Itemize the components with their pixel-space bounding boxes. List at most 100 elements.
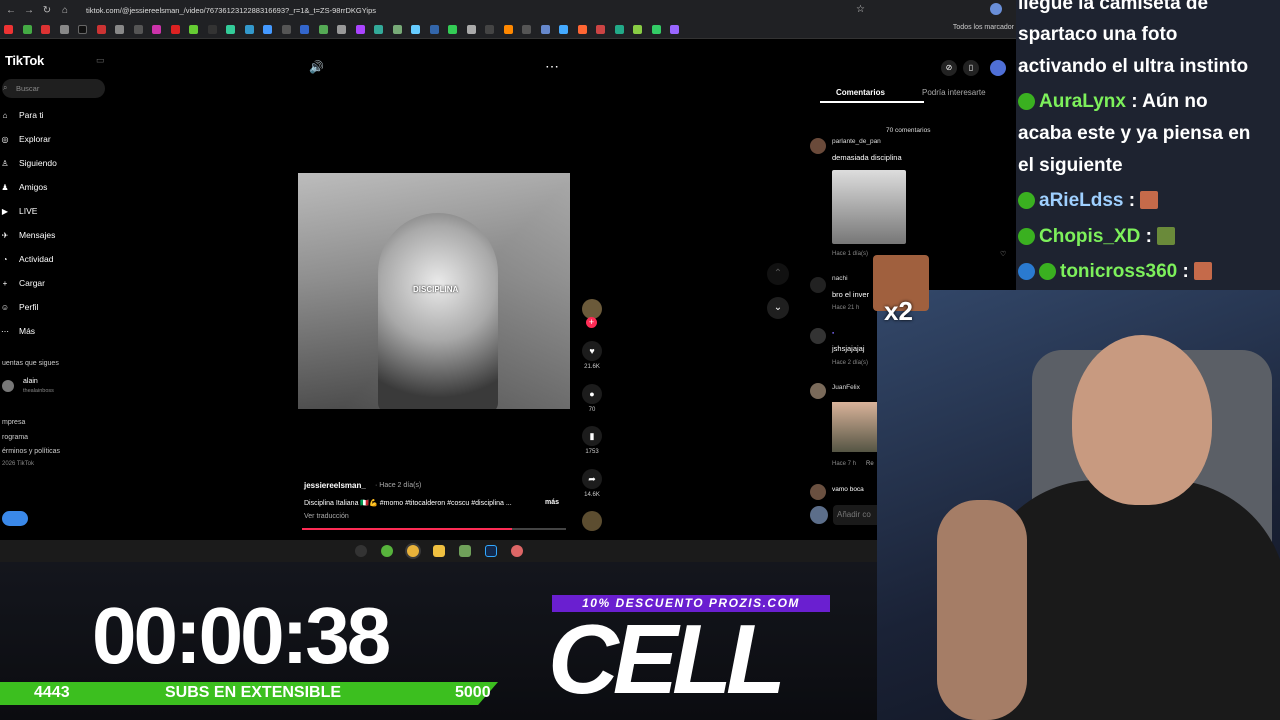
tiktok-logo[interactable]: TikTok [5,53,44,68]
nav-item-live[interactable]: ▶ LIVE [0,204,38,218]
bookmark-icon[interactable] [59,24,69,34]
app-icon[interactable] [510,545,523,557]
heart-icon[interactable]: ♥ [582,341,602,361]
bookmark-star-icon[interactable]: ☆ [856,4,865,15]
bookmark-icon[interactable] [244,24,254,34]
bookmark-icon[interactable] [263,24,272,34]
bookmark-icon[interactable] [596,24,605,34]
search-input[interactable]: Buscar [2,79,105,98]
footer-link[interactable]: mpresa [2,419,25,426]
video-player[interactable]: DISCIPLINA [298,173,570,409]
heart-icon[interactable]: ♡ [1000,250,1006,258]
nav-item-cargar[interactable]: + Cargar [0,276,45,290]
comment-image[interactable] [832,402,877,452]
bookmark-icon[interactable] [96,24,106,34]
avatar[interactable] [810,138,826,154]
comment-icon[interactable]: ● [582,384,602,404]
tab-related[interactable]: Podría interesarte [922,88,986,97]
bookmark-icon[interactable] [374,24,383,34]
comment-author[interactable]: nachi [832,275,848,282]
bookmark-icon[interactable] [78,24,87,34]
bookmark-icon[interactable] [318,24,328,34]
photoshop-icon[interactable] [484,545,497,557]
bookmark-icon[interactable] [448,24,457,34]
bookmark-icon[interactable] [466,24,476,34]
reload-icon[interactable]: ↻ [40,5,54,16]
bookmark-icon[interactable] [633,24,642,34]
bookmark-icon[interactable] [522,24,531,34]
volume-icon[interactable]: 🔊 [309,60,324,74]
bookmark-icon[interactable] [411,24,420,34]
app-icon[interactable] [458,545,471,557]
avatar[interactable] [810,328,826,344]
toggle-button[interactable] [2,511,28,526]
comment-author[interactable]: parlante_de_pan [832,138,881,145]
nav-item-siguiendo[interactable]: ♙ Siguiendo [0,156,56,170]
forward-icon[interactable]: → [22,5,36,16]
reply-link[interactable]: Re [866,461,874,467]
nav-item-explorar[interactable]: ◎ Explorar [0,132,51,146]
bookmark-icon[interactable] [355,24,365,34]
home-icon[interactable]: ⌂ [58,5,72,16]
profile-avatar[interactable] [990,3,1002,15]
avatar[interactable] [810,484,826,500]
device-icon[interactable]: ▯ [963,60,979,76]
bookmark-icon[interactable] [115,24,124,34]
avatar[interactable] [810,277,826,293]
caption-more-button[interactable]: más [545,499,559,506]
bookmark-icon[interactable] [152,24,161,34]
video-author[interactable]: jessiereelsman_ [304,481,366,490]
bookmark-icon[interactable] [41,24,50,34]
bookmark-icon[interactable]: ▮ [582,426,602,446]
nav-item-amigos[interactable]: ♟ Amigos [0,180,47,194]
more-options-icon[interactable]: ⋯ [545,58,559,75]
music-disc-icon[interactable] [582,511,602,531]
collapse-sidebar-icon[interactable]: ▭ [96,55,105,66]
creator-avatar[interactable] [582,299,602,319]
chrome-icon[interactable] [406,545,419,557]
bookmark-icon[interactable] [281,24,291,34]
bookmark-icon[interactable] [4,24,13,34]
comment-image[interactable] [832,170,906,244]
nav-item-actividad[interactable]: ◔ Actividad [0,252,54,266]
nav-item-mas[interactable]: ⋯ Más [0,324,35,338]
address-bar[interactable]: ← → ↻ ⌂ tiktok.com/@jessiereelsman_/vide… [0,0,1016,20]
bookmark-icon[interactable] [337,24,346,34]
bookmark-icon[interactable] [392,24,402,34]
bookmark-icon[interactable] [189,24,198,34]
bookmark-icon[interactable] [503,24,513,34]
pip-icon[interactable]: ⊘ [941,60,957,76]
nav-item-perfil[interactable]: ☺ Perfil [0,300,38,314]
bookmark-icon[interactable] [226,24,235,34]
nav-item-mensajes[interactable]: ✈ Mensajes [0,228,56,242]
translate-link[interactable]: Ver traducción [304,513,349,520]
bookmark-icon[interactable] [22,24,32,34]
bookmark-icon[interactable] [651,24,661,34]
avatar[interactable] [2,380,14,392]
bookmark-icon[interactable] [614,24,624,34]
bookmark-icon[interactable] [207,24,217,34]
bookmark-icon[interactable] [559,24,568,34]
start-icon[interactable] [354,545,367,557]
bookmark-icon[interactable] [429,24,439,34]
tab-comments[interactable]: Comentarios [836,88,885,97]
avatar[interactable] [810,383,826,399]
nav-item-para-ti[interactable]: ⌂ Para ti [0,108,44,122]
following-user-name[interactable]: alain [23,378,38,385]
user-avatar[interactable] [990,60,1006,76]
like-action[interactable]: ♥ 21.6K [582,341,602,370]
bookmark-icon[interactable] [300,24,309,34]
chevron-down-icon[interactable]: ⌄ [767,297,789,319]
bookmark-icon[interactable] [485,24,494,34]
share-icon[interactable]: ➦ [582,469,602,489]
chevron-up-icon[interactable]: ⌃ [767,263,789,285]
folder-icon[interactable] [432,545,445,557]
footer-link[interactable]: érminos y políticas [2,448,60,455]
app-icon[interactable] [380,545,393,557]
bookmark-icon[interactable] [670,24,679,34]
bookmark-icon[interactable] [170,24,180,34]
url-text[interactable]: tiktok.com/@jessiereelsman_/video/767361… [86,6,376,15]
all-bookmarks-folder[interactable]: Todos los marcador [953,24,1014,31]
bookmark-icon[interactable] [577,24,587,34]
comment-author[interactable]: JuanFelix [832,384,860,391]
